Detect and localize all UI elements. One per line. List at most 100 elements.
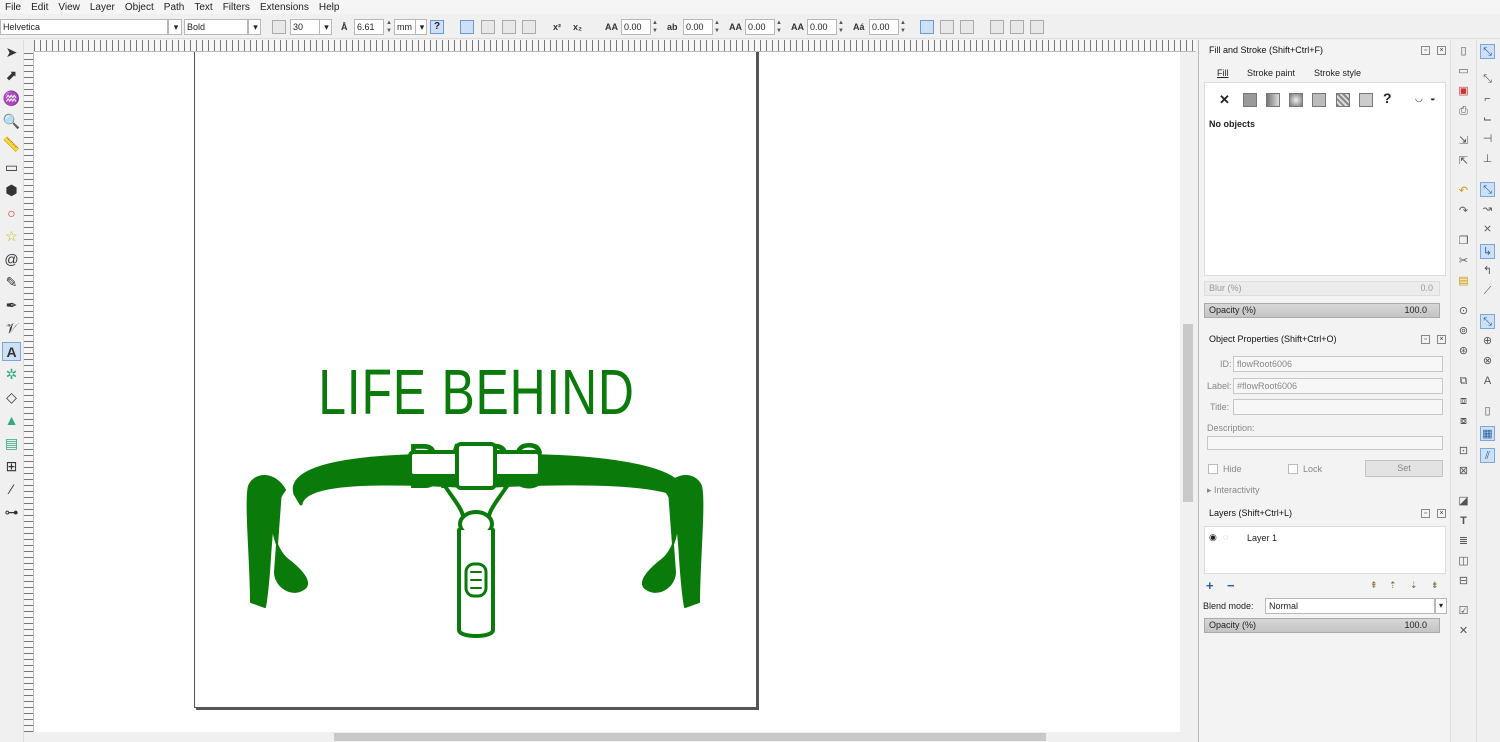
tab-fill[interactable]: Fill — [1217, 68, 1229, 78]
blur-slider[interactable]: Blur (%) 0.0 — [1204, 281, 1440, 296]
line-spacing-input[interactable]: 6.61 — [354, 19, 384, 35]
blend-mode-select[interactable]: Normal — [1265, 598, 1435, 614]
snap-midpoint-icon[interactable]: ⟋ — [1480, 284, 1495, 299]
snap-center-icon[interactable]: ⊕ — [1480, 334, 1495, 349]
interactivity-expander[interactable]: ▸ Interactivity — [1207, 485, 1260, 496]
fill-stroke-dialog-icon[interactable]: ◪ — [1456, 494, 1471, 509]
description-field[interactable] — [1207, 436, 1443, 450]
dropper-tool-icon[interactable]: ⁄ — [2, 480, 21, 499]
fill-rule-nonzero-icon[interactable]: ◒ — [1430, 93, 1435, 103]
tab-stroke-style[interactable]: Stroke style — [1314, 68, 1361, 78]
preferences-icon[interactable]: ✕ — [1456, 624, 1471, 639]
paste-icon[interactable]: ▤ — [1456, 274, 1471, 289]
text-orientation-upright-icon[interactable] — [1010, 20, 1024, 34]
object-properties-close-button[interactable]: × — [1437, 335, 1446, 344]
zoom-drawing-icon[interactable]: ⊚ — [1456, 324, 1471, 339]
menu-layer[interactable]: Layer — [85, 2, 120, 13]
align-justify-icon[interactable] — [522, 20, 536, 34]
align-left-icon[interactable] — [460, 20, 474, 34]
eraser-tool-icon[interactable]: ◇ — [2, 388, 21, 407]
remove-layer-icon[interactable]: − — [1227, 578, 1235, 593]
word-spacing-spinner[interactable]: ▲ ▼ — [713, 19, 721, 35]
selector-tool-icon[interactable]: ➤ — [2, 43, 21, 62]
horizontal-scrollbar[interactable] — [34, 732, 1196, 742]
radial-gradient-icon[interactable] — [1289, 93, 1303, 107]
snap-page-border-icon[interactable]: ▯ — [1480, 404, 1495, 419]
menu-help[interactable]: Help — [314, 2, 345, 13]
snap-text-baseline-icon[interactable]: A — [1480, 374, 1495, 389]
linear-gradient-icon[interactable] — [1266, 93, 1280, 107]
flat-color-icon[interactable] — [1243, 93, 1257, 107]
pattern-icon[interactable] — [1336, 93, 1350, 107]
help-icon[interactable]: ? — [430, 20, 444, 34]
id-field[interactable]: flowRoot6006 — [1233, 356, 1443, 372]
pen-tool-icon[interactable]: ✒ — [2, 296, 21, 315]
text-orientation-sideways-icon[interactable] — [1030, 20, 1044, 34]
menu-view[interactable]: View — [53, 2, 85, 13]
duplicate-icon[interactable]: ⧉ — [1456, 374, 1471, 389]
import-icon[interactable]: ⇲ — [1456, 134, 1471, 149]
layer-opacity-slider[interactable]: Opacity (%) 100.0 — [1204, 618, 1440, 633]
raise-layer-icon[interactable]: ⇡ — [1389, 580, 1397, 591]
lower-layer-icon[interactable]: ⇣ — [1410, 580, 1418, 591]
menu-edit[interactable]: Edit — [26, 2, 53, 13]
letter-spacing-spinner[interactable]: ▲ ▼ — [651, 19, 659, 35]
text-font-dialog-icon[interactable]: T — [1456, 514, 1471, 529]
open-icon[interactable]: ▭ — [1456, 64, 1471, 79]
document-properties-icon[interactable]: ☑ — [1456, 604, 1471, 619]
export-icon[interactable]: ⇱ — [1456, 154, 1471, 169]
letter-spacing-input[interactable]: 0.00 — [621, 19, 651, 35]
horizontal-scroll-thumb[interactable] — [334, 733, 1046, 741]
fill-opacity-slider[interactable]: Opacity (%) 100.0 — [1204, 303, 1440, 318]
rotation-input[interactable]: 0.00 — [869, 19, 899, 35]
vertical-text-rl-icon[interactable] — [960, 20, 974, 34]
vertical-shift-spinner[interactable]: ▲ ▼ — [837, 19, 845, 35]
snap-path-icon[interactable]: ↝ — [1480, 202, 1495, 217]
snap-bbox-corner-icon[interactable]: ⌙ — [1480, 112, 1495, 127]
font-size-input[interactable]: 30 — [290, 19, 320, 35]
kerning-spinner[interactable]: ▲ ▼ — [775, 19, 783, 35]
star-tool-icon[interactable]: ☆ — [2, 227, 21, 246]
connector-tool-icon[interactable]: ⊶ — [2, 503, 21, 522]
snap-intersection-icon[interactable]: ⨯ — [1480, 222, 1495, 237]
menu-object[interactable]: Object — [120, 2, 159, 13]
set-button[interactable]: Set — [1365, 460, 1443, 477]
align-right-icon[interactable] — [502, 20, 516, 34]
tweak-tool-icon[interactable]: ♒ — [2, 89, 21, 108]
snap-grid-icon[interactable]: ▦ — [1480, 426, 1495, 441]
calligraphy-tool-icon[interactable]: 𝒱 — [2, 319, 21, 338]
gradient-tool-icon[interactable]: ▤ — [2, 434, 21, 453]
unlink-clone-icon[interactable]: ⧇ — [1456, 414, 1471, 429]
copy-icon[interactable]: ❐ — [1456, 234, 1471, 249]
lock-icon[interactable]: ◌ — [1223, 532, 1228, 542]
font-family-input[interactable]: Helvetica — [0, 19, 168, 35]
redo-icon[interactable]: ↷ — [1456, 204, 1471, 219]
zoom-tool-icon[interactable]: 🔍 — [2, 112, 21, 131]
snap-bbox-midpoint-icon[interactable]: ⊣ — [1480, 132, 1495, 147]
snap-nodes-icon[interactable]: ⤡ — [1480, 182, 1495, 197]
raise-to-top-icon[interactable]: ⇞ — [1370, 580, 1378, 591]
handlebar-artwork[interactable] — [245, 442, 705, 642]
snap-cusp-icon[interactable]: ↳ — [1480, 244, 1495, 259]
zoom-selection-icon[interactable]: ⊙ — [1456, 304, 1471, 319]
lock-checkbox[interactable] — [1288, 464, 1298, 474]
menu-file[interactable]: File — [0, 2, 26, 13]
menu-filters[interactable]: Filters — [218, 2, 255, 13]
rectangle-tool-icon[interactable]: ▭ — [2, 158, 21, 177]
zoom-page-icon[interactable]: ⊛ — [1456, 344, 1471, 359]
horizontal-text-icon[interactable] — [920, 20, 934, 34]
font-family-dropdown[interactable]: ▾ — [168, 19, 182, 35]
mesh-tool-icon[interactable]: ⊞ — [2, 457, 21, 476]
layers-dialog-icon[interactable]: ≣ — [1456, 534, 1471, 549]
blend-mode-dropdown[interactable]: ▾ — [1435, 598, 1447, 614]
vertical-shift-input[interactable]: 0.00 — [807, 19, 837, 35]
visibility-eye-icon[interactable]: ◉ — [1209, 532, 1217, 543]
menu-extensions[interactable]: Extensions — [255, 2, 314, 13]
cut-icon[interactable]: ✂ — [1456, 254, 1471, 269]
spray-tool-icon[interactable]: ✲ — [2, 365, 21, 384]
subscript-icon[interactable]: x₂ — [573, 22, 582, 32]
object-properties-iconify-button[interactable]: ▫ — [1421, 335, 1430, 344]
layers-iconify-button[interactable]: ▫ — [1421, 509, 1430, 518]
measure-tool-icon[interactable]: 📏 — [2, 135, 21, 154]
label-field[interactable]: #flowRoot6006 — [1233, 378, 1443, 394]
